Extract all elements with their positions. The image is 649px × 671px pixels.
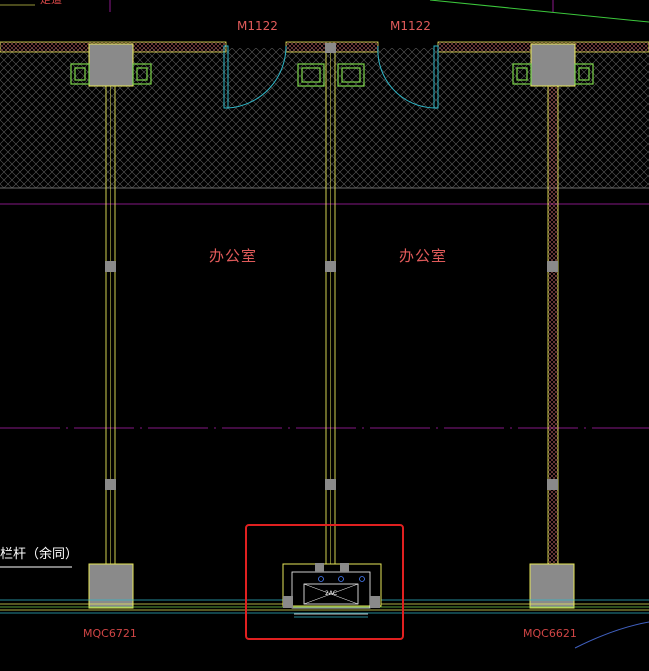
node (325, 261, 336, 272)
node (105, 261, 116, 272)
partition-wall-right (547, 51, 559, 608)
outer-arc (574, 621, 649, 649)
node (325, 479, 336, 490)
column-bottom-right (529, 563, 575, 609)
room-label-left: 办公室 (209, 247, 258, 265)
column-bottom-left (88, 563, 134, 609)
node (547, 479, 558, 490)
column-top-right (530, 43, 576, 87)
floor-plan-drawing (0, 0, 649, 649)
room-label-right: 办公室 (399, 247, 448, 265)
node (325, 43, 336, 53)
door-label-left: M1122 (237, 19, 278, 33)
node (105, 479, 116, 490)
ac-unit-label: 2AC (325, 590, 338, 597)
top-fragment-label: 走道 (40, 0, 62, 5)
wall-label-right: MQC6621 (523, 627, 577, 640)
node (547, 261, 558, 272)
railing-note: 栏杆（余同） (0, 547, 79, 562)
wall-label-left: MQC6721 (83, 627, 137, 640)
door-label-right: M1122 (390, 19, 431, 33)
site-line (429, 0, 649, 23)
column-top-left (88, 43, 134, 87)
